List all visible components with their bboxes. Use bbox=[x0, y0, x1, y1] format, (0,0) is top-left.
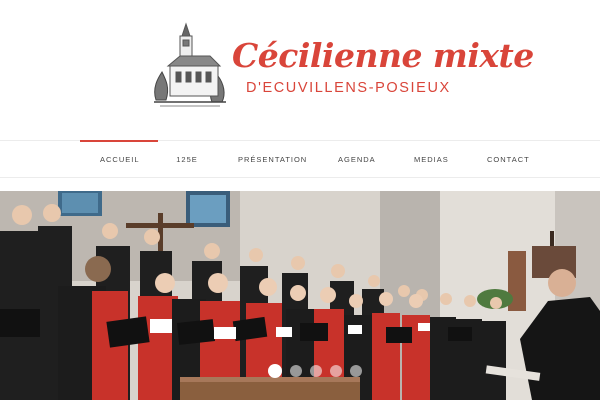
nav-item-presentation[interactable]: PRÉSENTATION bbox=[238, 141, 306, 179]
nav-item-agenda[interactable]: AGENDA bbox=[338, 141, 375, 179]
slider-dot-1[interactable] bbox=[268, 364, 282, 378]
nav-item-contact[interactable]: CONTACT bbox=[487, 141, 529, 179]
nav-item-125e[interactable]: 125E bbox=[174, 141, 200, 179]
site-logo[interactable]: Cécilienne mixte D'ECUVILLENS-POSIEUX bbox=[150, 22, 534, 112]
slider-dot-3[interactable] bbox=[310, 365, 322, 377]
site-header: Cécilienne mixte D'ECUVILLENS-POSIEUX bbox=[0, 0, 600, 140]
hero-slider[interactable] bbox=[0, 191, 600, 400]
nav-item-accueil[interactable]: ACCUEIL bbox=[80, 140, 158, 179]
nav-item-medias[interactable]: MEDIAS bbox=[414, 141, 448, 179]
site-subtitle: D'ECUVILLENS-POSIEUX bbox=[246, 80, 451, 96]
site-title: Cécilienne mixte bbox=[232, 36, 534, 75]
main-navigation: ACCUEIL 125E PRÉSENTATION AGENDA MEDIAS … bbox=[0, 140, 600, 178]
slider-dot-2[interactable] bbox=[290, 365, 302, 377]
church-sketch-icon bbox=[154, 22, 226, 107]
slider-dot-5[interactable] bbox=[350, 365, 362, 377]
slider-pagination bbox=[268, 364, 363, 379]
slider-dot-4[interactable] bbox=[330, 365, 342, 377]
